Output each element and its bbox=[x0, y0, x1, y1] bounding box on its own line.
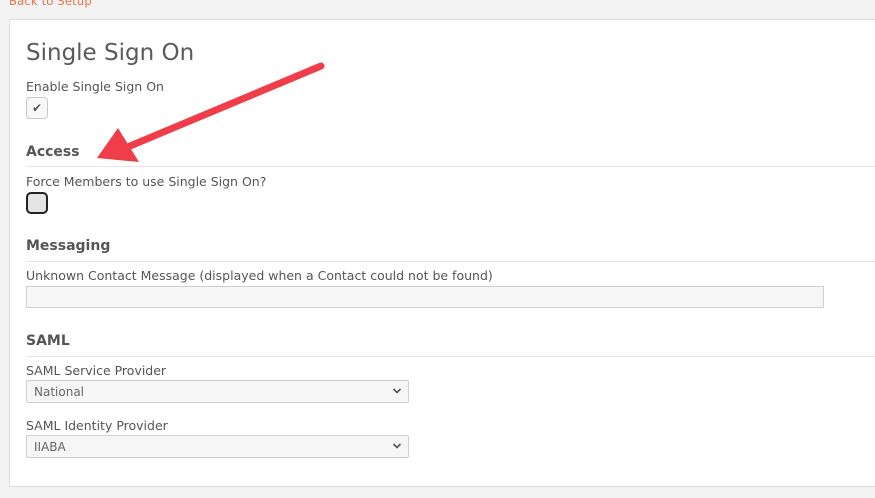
enable-sso-label: Enable Single Sign On bbox=[26, 79, 164, 94]
service-provider-label: SAML Service Provider bbox=[26, 363, 167, 378]
check-icon: ✔ bbox=[31, 101, 43, 115]
page-title: Single Sign On bbox=[26, 40, 195, 66]
enable-sso-checkbox[interactable]: ✔ bbox=[26, 97, 48, 119]
identity-provider-select[interactable]: IIABA bbox=[26, 435, 409, 458]
chevron-down-icon bbox=[392, 443, 402, 449]
identity-provider-value: IIABA bbox=[34, 439, 66, 454]
sso-settings-panel: Single Sign On Enable Single Sign On ✔ A… bbox=[9, 19, 875, 487]
service-provider-value: National bbox=[34, 384, 85, 399]
saml-heading: SAML bbox=[26, 333, 70, 349]
saml-divider bbox=[26, 356, 875, 357]
messaging-heading: Messaging bbox=[26, 238, 111, 254]
unknown-contact-input[interactable] bbox=[26, 286, 824, 308]
unknown-contact-label: Unknown Contact Message (displayed when … bbox=[26, 268, 493, 283]
access-divider bbox=[26, 166, 875, 167]
access-heading: Access bbox=[26, 144, 80, 160]
messaging-divider bbox=[26, 261, 875, 262]
chevron-down-icon bbox=[392, 388, 402, 394]
identity-provider-label: SAML Identity Provider bbox=[26, 418, 168, 433]
force-sso-checkbox[interactable] bbox=[26, 192, 48, 214]
force-sso-label: Force Members to use Single Sign On? bbox=[26, 174, 267, 189]
service-provider-select[interactable]: National bbox=[26, 380, 409, 403]
back-to-setup-link[interactable]: Back to Setup bbox=[9, 0, 92, 8]
